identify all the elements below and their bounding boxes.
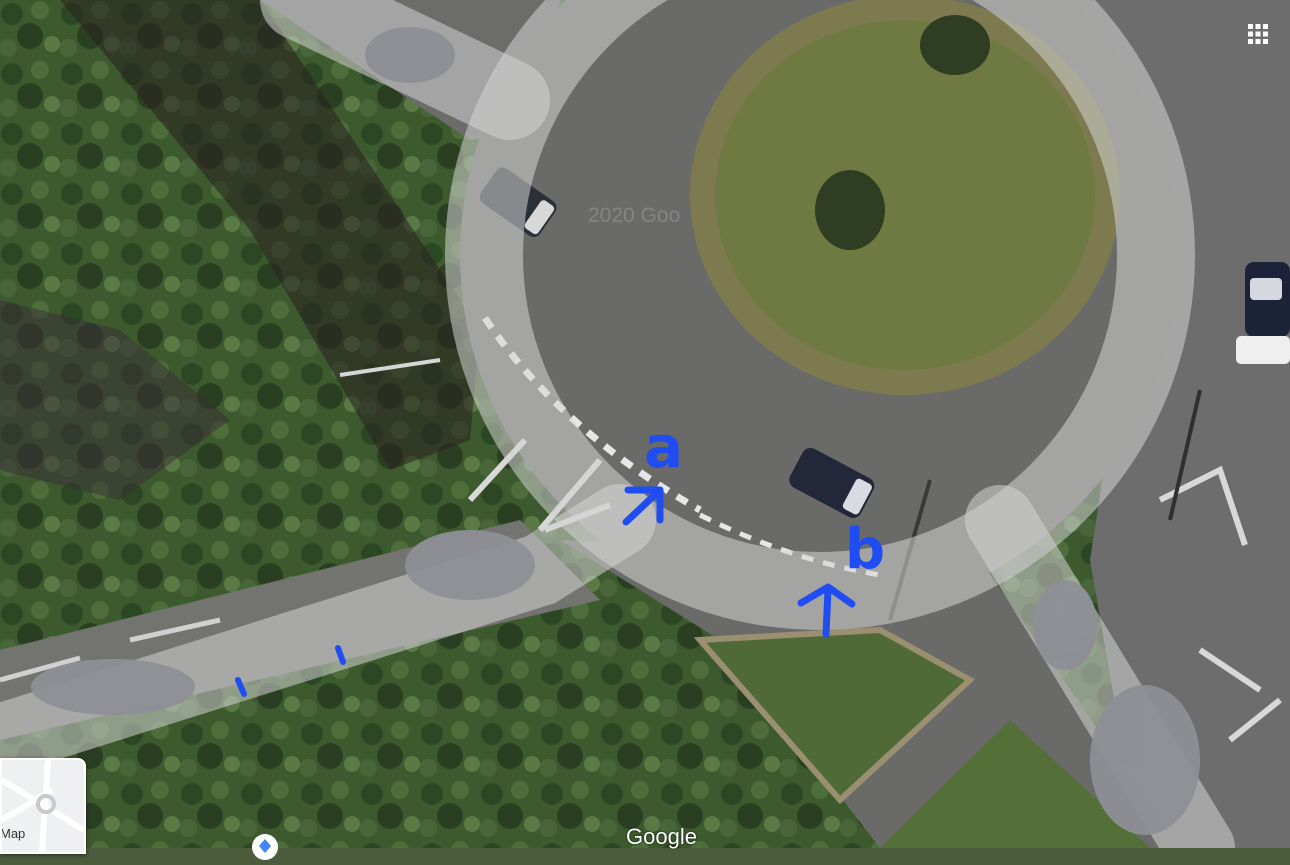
island-bush xyxy=(815,170,885,250)
apps-grid-icon xyxy=(1248,24,1268,44)
street-view-pegman-icon xyxy=(253,835,277,859)
map-layer-toggle[interactable]: Map xyxy=(0,758,86,854)
annotation-label-a: a xyxy=(644,413,683,481)
apps-grid-button[interactable] xyxy=(1246,22,1270,46)
map-layer-label: Map xyxy=(0,826,26,841)
street-view-pegman-button[interactable] xyxy=(252,834,278,860)
satellite-map-view[interactable]: a b xyxy=(0,0,1290,848)
imagery-watermark: 2020 Goo xyxy=(588,204,681,227)
island-grass xyxy=(715,20,1095,370)
google-attribution-logo: Google xyxy=(626,824,697,849)
island-bush xyxy=(920,15,990,75)
annotation-label-b: b xyxy=(845,517,885,582)
